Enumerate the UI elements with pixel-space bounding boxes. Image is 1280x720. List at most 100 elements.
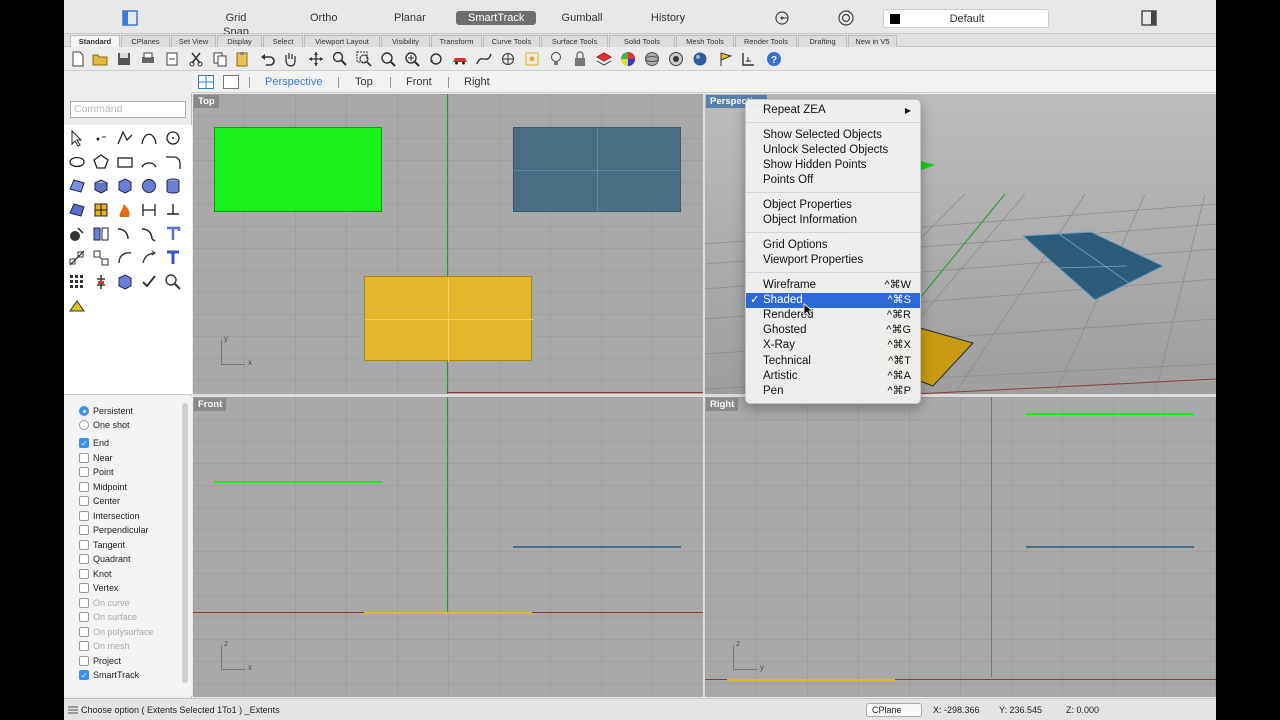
mesh-tools-icon[interactable]: [92, 201, 110, 219]
osnap-target-icon[interactable]: [774, 10, 790, 26]
grid-array-icon[interactable]: [68, 273, 86, 291]
osnap-checkbox[interactable]: [79, 612, 89, 622]
rotate-icon[interactable]: [116, 249, 134, 267]
tab-display[interactable]: Display: [217, 35, 262, 47]
osnap-item[interactable]: Midpoint: [79, 480, 127, 494]
print-icon[interactable]: [140, 51, 156, 67]
cut-icon[interactable]: [188, 51, 204, 67]
menu-item[interactable]: Artistic ^⌘A: [746, 369, 920, 384]
tab-visibility[interactable]: Visibility: [381, 35, 430, 47]
viewport-top[interactable]: y x Top: [193, 94, 703, 394]
persistent-radio[interactable]: [79, 406, 89, 416]
panels-toggle-icon[interactable]: [1141, 10, 1157, 26]
render-sphere-icon[interactable]: [692, 51, 708, 67]
history-toggle[interactable]: History: [638, 11, 698, 25]
explode-icon[interactable]: [140, 225, 158, 243]
menu-item[interactable]: Show Selected Objects: [746, 128, 920, 143]
trim-icon[interactable]: [68, 225, 86, 243]
record-history-icon[interactable]: [838, 10, 854, 26]
osnap-checkbox[interactable]: [79, 525, 89, 535]
osnap-checkbox[interactable]: [79, 655, 89, 666]
tab-top[interactable]: Top: [355, 76, 373, 88]
analyze-icon[interactable]: [164, 273, 182, 291]
new-file-icon[interactable]: [70, 51, 86, 67]
blue-edge[interactable]: [1026, 546, 1194, 548]
sphere-icon[interactable]: [644, 51, 660, 67]
menu-item[interactable]: Object Information: [746, 213, 920, 228]
ellipse-icon[interactable]: [68, 153, 86, 171]
tab-select[interactable]: Select: [263, 35, 303, 47]
mesh-icon[interactable]: [68, 201, 86, 219]
move-view-icon[interactable]: [308, 51, 324, 67]
osnap-checkbox[interactable]: [79, 510, 89, 521]
smarttrack-toggle[interactable]: SmartTrack: [456, 11, 536, 25]
yellow-edge[interactable]: [364, 612, 532, 614]
tab-set-view[interactable]: Set View: [171, 35, 216, 47]
osnap-checkbox[interactable]: [79, 452, 89, 463]
cplane-selector[interactable]: CPlane: [866, 703, 922, 717]
single-viewport-layout-icon[interactable]: [223, 75, 239, 89]
solid-sphere-icon[interactable]: [140, 177, 158, 195]
paste-icon[interactable]: [234, 51, 250, 67]
point-icon[interactable]: [92, 129, 110, 147]
osnap-checkbox[interactable]: [79, 481, 89, 492]
text-icon[interactable]: [164, 225, 182, 243]
menu-item[interactable]: ✓ Shaded ^⌘S: [746, 293, 920, 308]
undo-icon[interactable]: [260, 51, 276, 67]
tab-mesh-tools[interactable]: Mesh Tools: [676, 35, 734, 47]
osnap-item[interactable]: Quadrant: [79, 552, 131, 566]
menu-item[interactable]: Ghosted ^⌘G: [746, 323, 920, 338]
block-icon[interactable]: [92, 273, 110, 291]
tab-right[interactable]: Right: [464, 76, 490, 88]
zoom-icon[interactable]: [332, 51, 348, 67]
cylinder-icon[interactable]: [164, 177, 182, 195]
viewport-label-right[interactable]: Right: [706, 398, 739, 411]
tab-perspective[interactable]: Perspective: [265, 76, 322, 88]
tab-standard[interactable]: Standard: [70, 35, 120, 47]
tab-render-tools[interactable]: Render Tools: [735, 35, 797, 47]
menu-item[interactable]: Repeat ZEA ▶: [746, 103, 920, 118]
zoom-window-icon[interactable]: [356, 51, 372, 67]
lock-icon[interactable]: [572, 51, 588, 67]
open-folder-icon[interactable]: [92, 51, 108, 67]
osnap-checkbox[interactable]: [79, 669, 89, 683]
rectangle-icon[interactable]: [116, 153, 134, 171]
osnap-checkbox[interactable]: [79, 583, 89, 593]
extrude-icon[interactable]: [92, 177, 110, 195]
menu-item[interactable]: Unlock Selected Objects: [746, 143, 920, 158]
viewport-front[interactable]: z x Front: [193, 397, 703, 697]
curve-tool-icon[interactable]: [476, 51, 492, 67]
osnap-item[interactable]: On surface: [79, 610, 137, 624]
align-icon[interactable]: [164, 249, 182, 267]
menu-item[interactable]: Points Off: [746, 173, 920, 188]
move-icon[interactable]: [92, 249, 110, 267]
osnap-checkbox[interactable]: [79, 437, 89, 451]
boolean-icon[interactable]: [116, 273, 134, 291]
four-viewport-layout-icon[interactable]: [198, 75, 214, 89]
osnap-item[interactable]: Center: [79, 494, 120, 508]
import-icon[interactable]: [164, 51, 180, 67]
layer-icon[interactable]: [596, 51, 612, 67]
save-icon[interactable]: [116, 51, 132, 67]
gumball-toggle[interactable]: Gumball: [548, 11, 616, 25]
viewport-label-front[interactable]: Front: [194, 398, 227, 411]
osnap-item[interactable]: Tangent: [79, 538, 125, 552]
menu-item[interactable]: Viewport Properties: [746, 253, 920, 268]
car-render-icon[interactable]: [452, 51, 468, 67]
join-icon[interactable]: [116, 225, 134, 243]
command-input[interactable]: Command: [70, 101, 186, 118]
tab-curve-tools[interactable]: Curve Tools: [483, 35, 540, 47]
osnap-item[interactable]: On curve: [79, 596, 130, 610]
menu-lines-icon[interactable]: [68, 706, 78, 714]
osnap-checkbox[interactable]: [79, 496, 89, 506]
viewport-right[interactable]: z y Right: [705, 397, 1216, 697]
select-arrow-icon[interactable]: [68, 129, 86, 147]
scale-icon[interactable]: [140, 249, 158, 267]
check-icon[interactable]: [140, 273, 158, 291]
render-flame-icon[interactable]: [116, 201, 134, 219]
yellow-edge[interactable]: [727, 679, 895, 681]
tab-front[interactable]: Front: [406, 76, 432, 88]
osnap-item[interactable]: On polysurface: [79, 625, 154, 639]
curve-cv-icon[interactable]: [140, 129, 158, 147]
layer-selector[interactable]: Default: [883, 9, 1049, 28]
